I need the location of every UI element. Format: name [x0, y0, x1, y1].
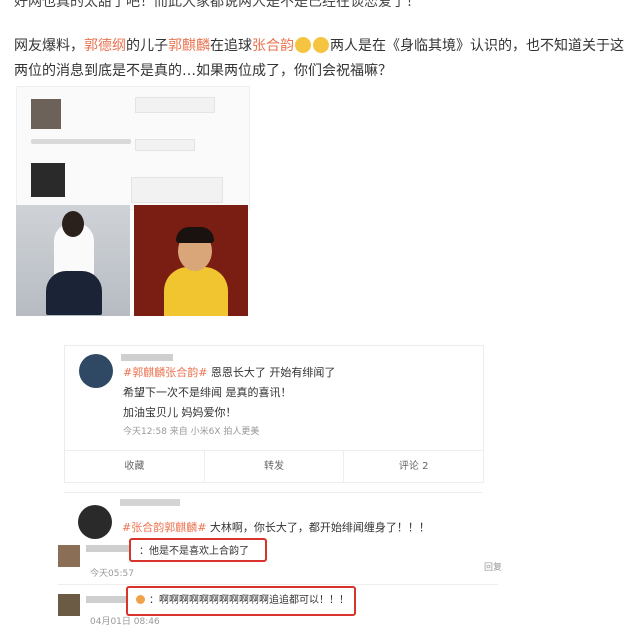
post-text-3: 在追球: [210, 38, 252, 54]
photo-man: [134, 205, 248, 316]
hashtag-link[interactable]: #张合韵郭麒麟#: [122, 521, 206, 534]
divider: [58, 584, 498, 585]
comment-avatar[interactable]: [58, 545, 80, 567]
name-guo-qilin: 郭麒麟: [168, 38, 210, 54]
post-text-2: 的儿子: [126, 38, 168, 54]
avatar: [31, 99, 61, 129]
chat-screenshot-image: [16, 86, 250, 210]
blurred-username: [86, 596, 126, 603]
hashtag-link[interactable]: #郭麒麟张合韵#: [123, 366, 207, 379]
comment-button[interactable]: 评论 2: [344, 451, 483, 483]
figure-shape: [46, 271, 102, 315]
photo-woman: [16, 205, 130, 316]
article-paragraph: 网友爆料，郭德纲的儿子郭麒麟在追球张合韵 两人是在《身临其境》认识的，也不知道关于…: [14, 34, 624, 84]
smile-emoji-icon: [313, 37, 329, 53]
figure-shape: [62, 211, 84, 237]
name-zhang-heyun: 张合韵: [252, 38, 294, 54]
post-meta: 今天12:58 来自 小米6X 拍人更美: [123, 427, 260, 437]
chat-bubble: [135, 97, 215, 113]
name-guo-degang: 郭德纲: [84, 38, 126, 54]
repost-button[interactable]: 转发: [203, 451, 345, 483]
comment-text-highlighted: ：他是不是喜欢上合韵了: [129, 538, 267, 562]
post-line-2: 希望下一次不是绯闻 是真的喜讯！: [123, 386, 292, 399]
blurred-line: [31, 139, 131, 144]
figure-shape: [176, 227, 214, 243]
post-line-1: #郭麒麟张合韵# 恩恩长大了 开始有绯闻了: [123, 364, 335, 380]
avatar[interactable]: [78, 505, 112, 539]
avatar: [31, 163, 65, 197]
emoji-icon: [136, 595, 145, 604]
article-top-cut-text: 好网也真的太甜了吧！而此大家都说两人是不是已经在谈恋爱了！: [14, 0, 420, 10]
comment-text: ：啊啊啊啊啊啊啊啊啊啊啊追追都可以！！！: [149, 595, 349, 606]
comment-avatar[interactable]: [58, 594, 80, 616]
blurred-username: [120, 499, 180, 506]
avatar[interactable]: [79, 354, 113, 388]
comment-text-highlighted: ：啊啊啊啊啊啊啊啊啊啊啊追追都可以！！！: [126, 586, 356, 616]
reply-link[interactable]: 回复: [484, 560, 502, 573]
comment-time: 今天05:57: [90, 569, 134, 579]
post-text: 大林啊，你长大了，都开始绯闻缠身了！！！: [206, 521, 430, 534]
smile-emoji-icon: [295, 37, 311, 53]
blurred-username: [86, 545, 130, 552]
post-actions-bar: 收藏 转发 评论 2: [65, 450, 483, 483]
chat-bubble: [135, 139, 195, 151]
favorite-button[interactable]: 收藏: [65, 451, 204, 483]
post-text: 恩恩长大了 开始有绯闻了: [207, 366, 336, 379]
chat-bubble: [131, 177, 223, 203]
weibo-post-card: #郭麒麟张合韵# 恩恩长大了 开始有绯闻了 希望下一次不是绯闻 是真的喜讯！ 加…: [64, 345, 484, 483]
post-line: #张合韵郭麒麟# 大林啊，你长大了，都开始绯闻缠身了！！！: [122, 519, 430, 535]
blurred-username: [121, 354, 173, 361]
weibo-post-card-2: #张合韵郭麒麟# 大林啊，你长大了，都开始绯闻缠身了！！！: [64, 492, 482, 539]
post-text-1: 网友爆料，: [14, 38, 84, 54]
figure-shape: [164, 267, 228, 316]
post-line-3: 加油宝贝儿 妈妈爱你！: [123, 406, 237, 419]
